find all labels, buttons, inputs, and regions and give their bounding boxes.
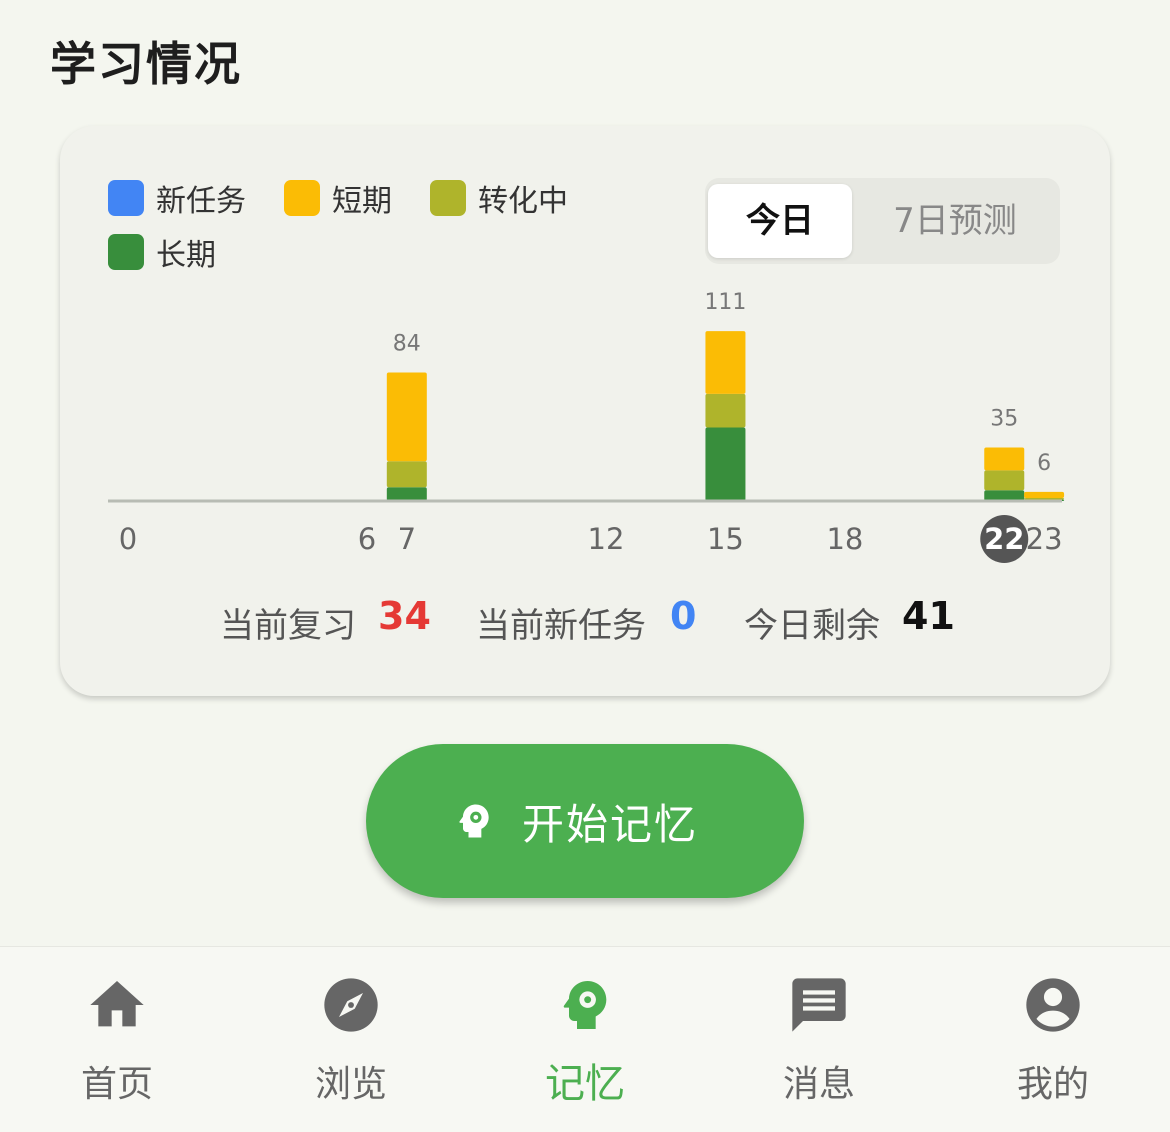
bar-segment bbox=[984, 447, 1025, 471]
nav-memorize-label: 记忆 bbox=[545, 1061, 625, 1107]
bottom-navigation: 首页 浏览 记忆 消息 我的 bbox=[0, 946, 1170, 1132]
message-icon bbox=[792, 978, 846, 1032]
bar-segment bbox=[386, 461, 427, 488]
nav-profile-label: 我的 bbox=[1016, 1064, 1089, 1105]
current-new-value: 0 bbox=[670, 594, 697, 638]
bar-segment bbox=[705, 331, 746, 394]
home-icon bbox=[90, 981, 144, 1027]
start-memorize-label: 开始记忆 bbox=[521, 799, 698, 849]
study-stats-card: 新任务 短期 转化中 长期 今日 7日预测 84 111 35 6 0 6 7 12 15 18 2… bbox=[60, 126, 1110, 696]
bar-segment bbox=[1024, 497, 1065, 500]
x-tick-label: 23 bbox=[1026, 522, 1063, 556]
x-tick-label: 12 bbox=[588, 522, 625, 556]
bar-total-label: 111 bbox=[704, 290, 746, 315]
nav-memorize[interactable]: 记忆 bbox=[468, 947, 702, 1132]
nav-profile[interactable]: 我的 bbox=[936, 947, 1170, 1132]
bar-segment bbox=[984, 490, 1025, 501]
brain-gear-icon bbox=[459, 804, 489, 838]
bar-segment bbox=[1024, 491, 1065, 498]
account-icon bbox=[1026, 978, 1080, 1032]
nav-home-label: 首页 bbox=[80, 1064, 153, 1105]
today-remaining-label: 今日剩余 bbox=[744, 606, 880, 646]
current-new-label: 当前新任务 bbox=[476, 606, 646, 646]
bar-segment bbox=[386, 372, 427, 462]
brain-gear-icon bbox=[563, 981, 607, 1029]
nav-messages[interactable]: 消息 bbox=[702, 947, 936, 1132]
x-tick-label: 0 bbox=[119, 522, 137, 556]
bar-segment bbox=[984, 470, 1025, 491]
nav-messages-label: 消息 bbox=[782, 1064, 855, 1105]
nav-browse-label: 浏览 bbox=[314, 1064, 387, 1105]
current-review-value: 34 bbox=[378, 594, 431, 638]
bar-segment bbox=[705, 393, 746, 428]
bar-total-label: 84 bbox=[393, 331, 421, 356]
hourly-review-chart: 841113560 6 7 12 15 18 22 23 bbox=[108, 290, 1065, 563]
compass-icon bbox=[324, 978, 378, 1032]
page-title: 学习情况 bbox=[50, 37, 242, 91]
start-memorize-button[interactable]: 开始记忆 bbox=[366, 744, 804, 898]
x-tick-label: 15 bbox=[707, 522, 744, 556]
stats-row: 当前复习 34 当前新任务 0 今日剩余 41 bbox=[60, 592, 1110, 652]
nav-home[interactable]: 首页 bbox=[0, 947, 234, 1132]
bar-total-label: 6 bbox=[1037, 451, 1051, 476]
today-remaining-value: 41 bbox=[902, 594, 955, 638]
bar-total-label: 35 bbox=[990, 406, 1018, 431]
bar-segment bbox=[386, 487, 427, 501]
x-tick-label: 7 bbox=[398, 522, 416, 556]
x-tick-label: 18 bbox=[826, 522, 863, 556]
nav-browse[interactable]: 浏览 bbox=[234, 947, 468, 1132]
current-review-label: 当前复习 bbox=[220, 606, 356, 646]
x-tick-label: 22 bbox=[984, 522, 1024, 556]
x-tick-label: 6 bbox=[358, 522, 376, 556]
bar-segment bbox=[705, 427, 746, 501]
